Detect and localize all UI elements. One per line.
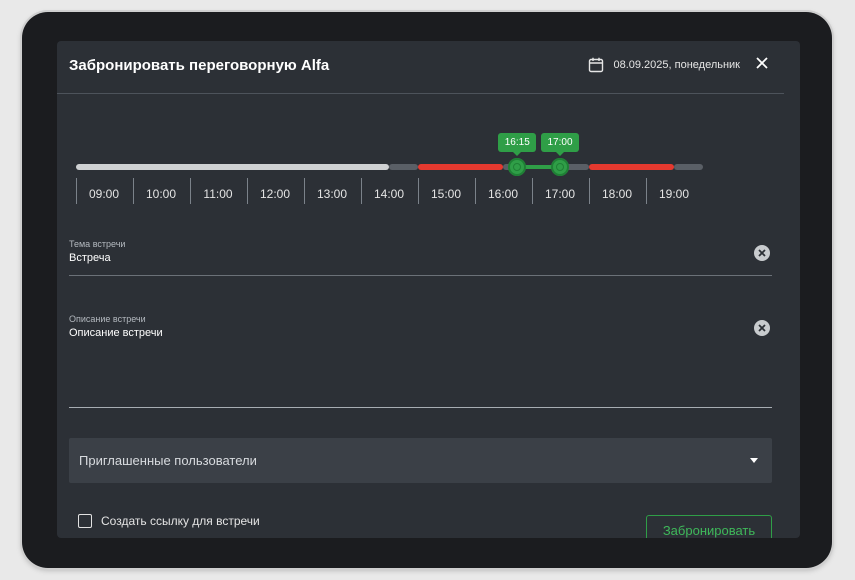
hour-tick bbox=[76, 178, 77, 204]
range-start-handle[interactable] bbox=[508, 158, 527, 176]
description-underline bbox=[69, 407, 772, 408]
hour-tick bbox=[475, 178, 476, 204]
hour-label: 11:00 bbox=[203, 187, 233, 201]
range-end-handle[interactable] bbox=[551, 158, 569, 176]
hour-tick bbox=[190, 178, 191, 204]
hour-tick bbox=[361, 178, 362, 204]
header-divider bbox=[57, 93, 784, 94]
hour-label: 18:00 bbox=[601, 187, 633, 201]
range-start-tooltip: 16:15 bbox=[498, 133, 537, 156]
hour-label: 17:00 bbox=[544, 187, 576, 201]
topic-field[interactable]: Тема встречи Встреча bbox=[69, 239, 772, 264]
hour-label: 19:00 bbox=[658, 187, 690, 201]
tablet-frame: Забронировать переговорную Alfa 08.09.20… bbox=[22, 12, 832, 568]
hour-tick bbox=[304, 178, 305, 204]
hour-tick bbox=[532, 178, 533, 204]
clear-topic-button[interactable] bbox=[754, 245, 770, 261]
clear-icon bbox=[754, 245, 770, 261]
hour-label: 12:00 bbox=[259, 187, 291, 201]
close-icon bbox=[756, 57, 768, 69]
date-text: 08.09.2025, понедельник bbox=[613, 59, 740, 71]
clear-description-button[interactable] bbox=[754, 320, 770, 336]
timeline-segment-past bbox=[75, 164, 389, 170]
handle-grip-icon bbox=[513, 163, 522, 171]
date-display: 08.09.2025, понедельник bbox=[588, 57, 740, 73]
topic-label: Тема встречи bbox=[69, 239, 126, 249]
description-label: Описание встречи bbox=[69, 314, 146, 324]
hour-label: 10:00 bbox=[145, 187, 177, 201]
topic-value[interactable]: Встреча bbox=[69, 252, 772, 264]
time-slider[interactable]: 09:00 10:00 11:00 12:00 13:00 14:00 15:00 16:00… bbox=[57, 121, 800, 204]
hour-tick bbox=[247, 178, 248, 204]
hour-label: 16:00 bbox=[487, 187, 519, 201]
close-button[interactable] bbox=[754, 55, 770, 71]
description-field[interactable]: Описание встречи Описание встречи bbox=[69, 314, 772, 339]
timeline-segment-free bbox=[389, 164, 418, 170]
timeline-segment-free bbox=[674, 164, 703, 170]
dialog-title: Забронировать переговорную Alfa bbox=[69, 57, 330, 74]
hour-label: 09:00 bbox=[88, 187, 120, 201]
create-link-label[interactable]: Создать ссылку для встречи bbox=[101, 514, 260, 528]
hour-tick bbox=[418, 178, 419, 204]
timeline-segment-busy bbox=[417, 164, 503, 170]
booking-dialog: Забронировать переговорную Alfa 08.09.20… bbox=[57, 41, 800, 538]
dropdown-arrow-icon bbox=[750, 458, 758, 463]
hour-tick bbox=[646, 178, 647, 204]
clear-icon bbox=[754, 320, 770, 336]
hour-label: 13:00 bbox=[316, 187, 348, 201]
create-link-checkbox[interactable] bbox=[78, 514, 92, 528]
invited-users-placeholder: Приглашенные пользователи bbox=[79, 453, 257, 468]
handle-grip-icon bbox=[556, 163, 564, 171]
invited-users-select[interactable]: Приглашенные пользователи bbox=[69, 438, 772, 483]
book-button[interactable]: Забронировать bbox=[646, 515, 772, 538]
range-end-tooltip: 17:00 bbox=[541, 133, 579, 156]
description-value[interactable]: Описание встречи bbox=[69, 327, 772, 339]
topic-underline bbox=[69, 275, 772, 276]
timeline-segment-busy bbox=[588, 164, 674, 170]
hour-label: 14:00 bbox=[373, 187, 405, 201]
hour-tick bbox=[589, 178, 590, 204]
hour-label: 15:00 bbox=[430, 187, 462, 201]
calendar-icon bbox=[589, 57, 604, 73]
hour-tick bbox=[133, 178, 134, 204]
